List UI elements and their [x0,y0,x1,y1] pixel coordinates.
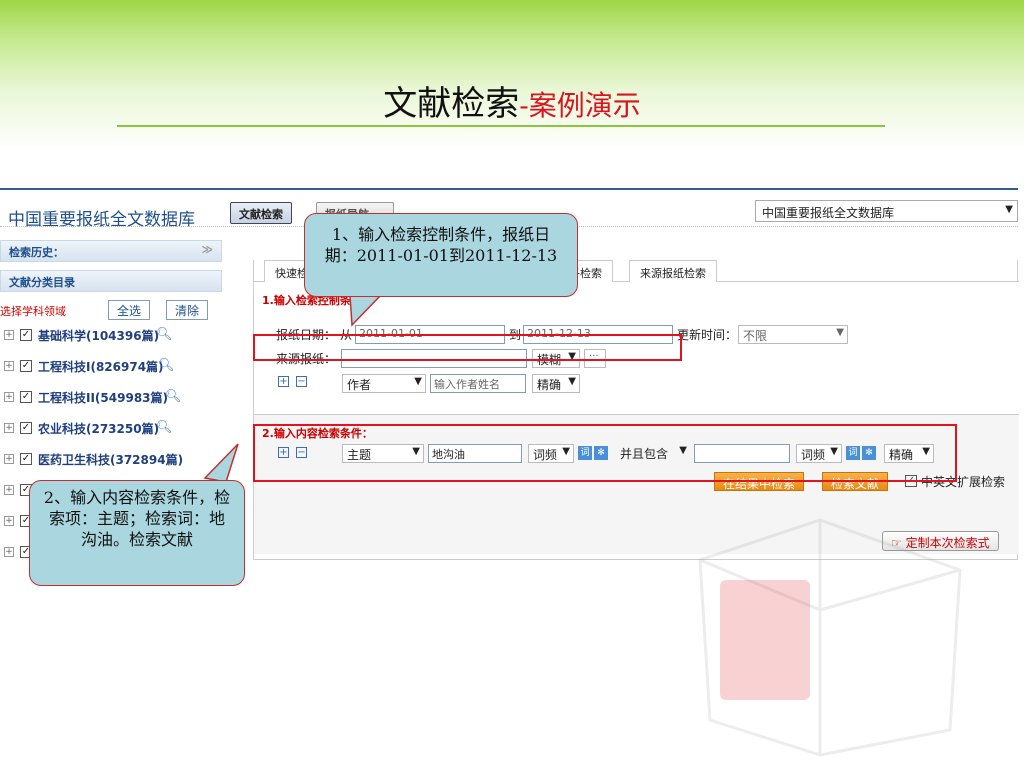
callout-two-pointer [203,443,239,483]
callout-one-pointer [349,295,382,327]
callout-date-condition: 1、输入检索控制条件，报纸日期：2011-01-01到2011-12-13 [304,213,578,297]
watermark-logo [698,518,962,757]
slide: 文献检索-案例演示 中国重要报纸全文数据库 文献检索 报纸导航 中国重要报纸全文… [0,0,1024,768]
callout-content-condition: 2、输入内容检索条件，检索项：主题；检索词：地沟油。检索文献 [29,480,245,586]
